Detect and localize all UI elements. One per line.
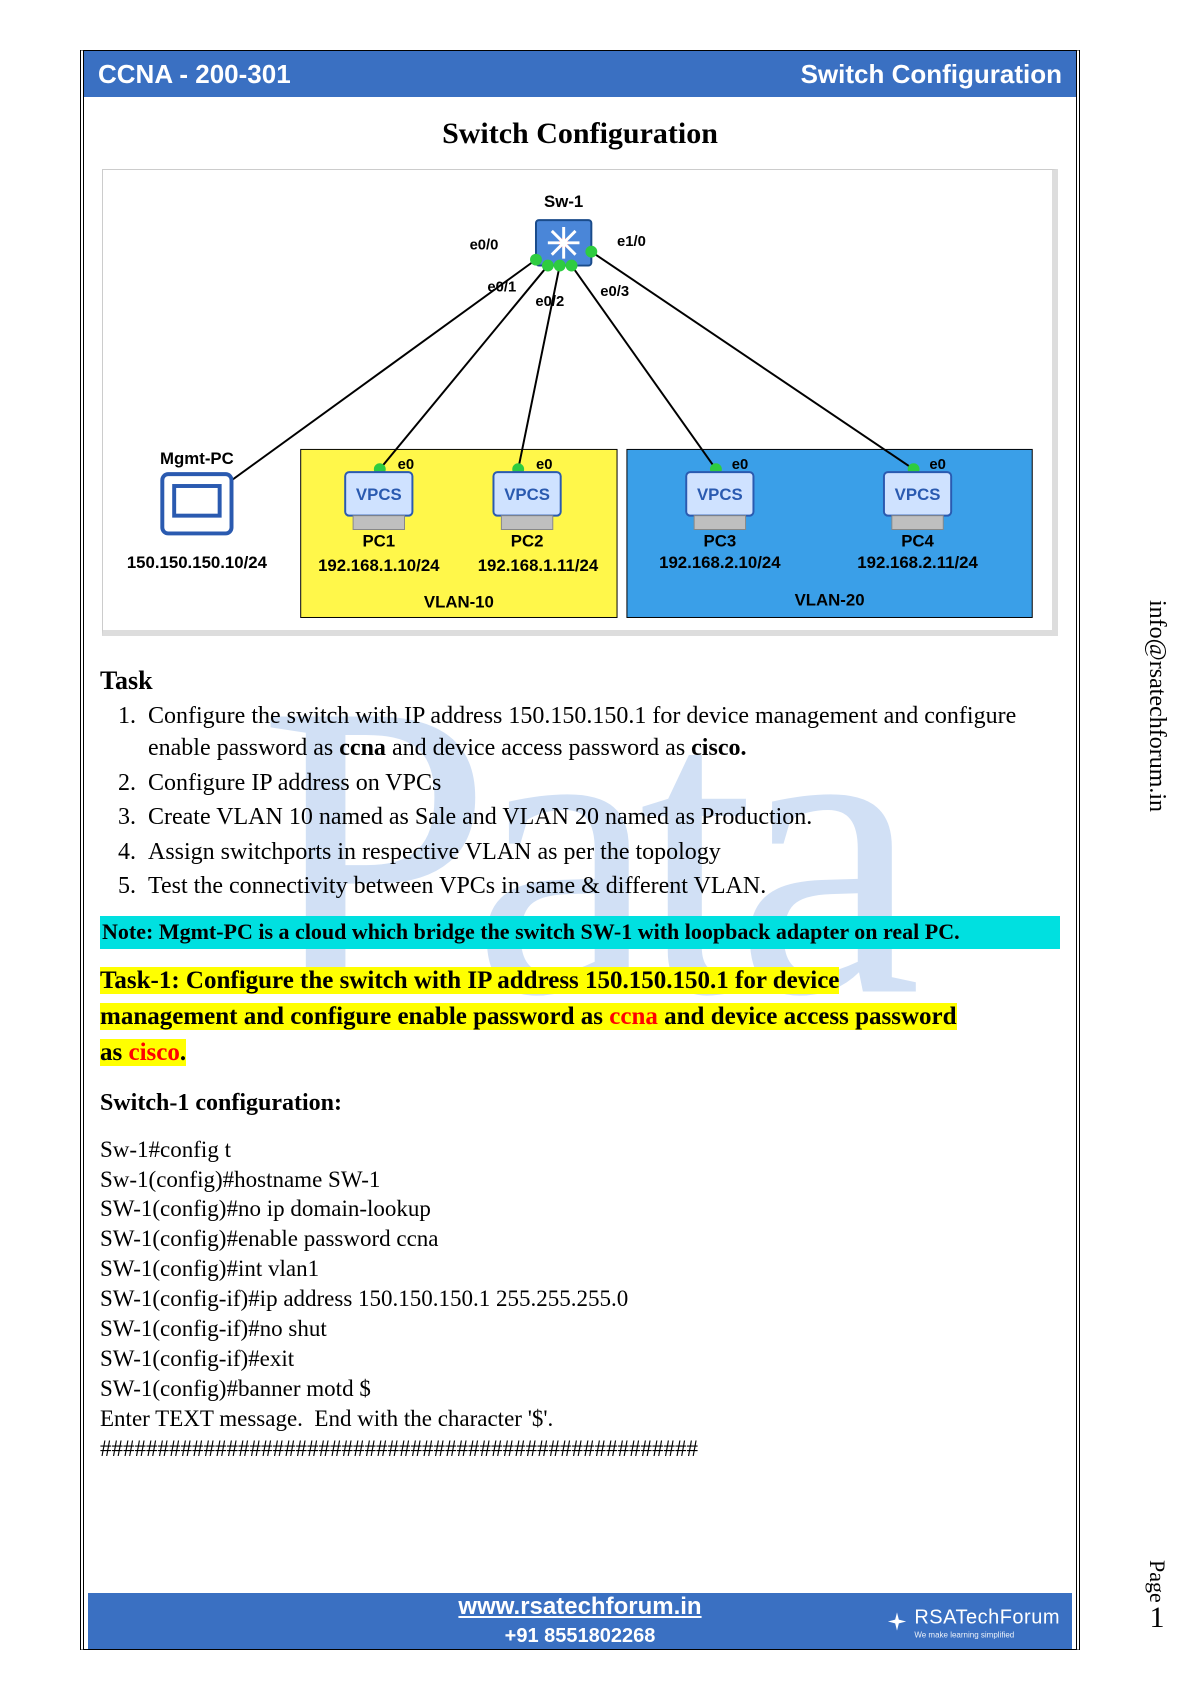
- vlan10-label: VLAN-10: [424, 593, 494, 612]
- note-highlight: Note: Mgmt-PC is a cloud which bridge th…: [100, 916, 1060, 949]
- footer-bar: www.rsatechforum.in +91 8551802268 RSATe…: [88, 1593, 1072, 1649]
- pc3-label: PC3: [704, 531, 737, 550]
- pc2-port: e0: [536, 457, 552, 473]
- pc3-ip: 192.168.2.10/24: [659, 553, 781, 572]
- compass-icon: [886, 1610, 908, 1632]
- footer-url: www.rsatechforum.in: [458, 1593, 701, 1620]
- switch1-config-code: Sw-1#config t Sw-1(config)#hostname SW-1…: [100, 1135, 1060, 1464]
- footer-phone: +91 8551802268: [505, 1625, 656, 1647]
- task-item-4: Assign switchports in respective VLAN as…: [142, 836, 1060, 868]
- port-e00: e0/0: [470, 238, 499, 254]
- port-e03: e0/3: [600, 284, 629, 300]
- mgmt-pc-ip: 150.150.150.10/24: [127, 553, 268, 572]
- pc2-ip: 192.168.1.11/24: [478, 556, 599, 575]
- side-page-number: Page1: [1144, 1560, 1170, 1637]
- svg-text:VPCS: VPCS: [504, 485, 550, 504]
- task-item-1: Configure the switch with IP address 150…: [142, 700, 1060, 765]
- port-e02: e0/2: [535, 294, 564, 310]
- topology-diagram: Sw-1 e0/0: [102, 169, 1058, 636]
- task-heading: Task: [100, 666, 1060, 696]
- pc4-ip: 192.168.2.11/24: [857, 553, 978, 572]
- side-email: info@rsatechforum.in: [1143, 600, 1170, 812]
- pc1-label: PC1: [362, 531, 395, 550]
- mgmt-pc-label: Mgmt-PC: [160, 449, 234, 468]
- port-e10: e1/0: [617, 234, 646, 250]
- pc1-ip: 192.168.1.10/24: [318, 556, 440, 575]
- task-item-3: Create VLAN 10 named as Sale and VLAN 20…: [142, 801, 1060, 833]
- header-left: CCNA - 200-301: [98, 59, 291, 90]
- pc3-port: e0: [732, 457, 748, 473]
- switch-label: Sw-1: [544, 192, 583, 211]
- svg-text:VPCS: VPCS: [356, 485, 402, 504]
- vlan20-label: VLAN-20: [795, 591, 865, 610]
- document-frame: Pata CCNA - 200-301 Switch Configuration…: [80, 50, 1080, 1650]
- footer-logo: RSATechForum We make learning simplified: [886, 1603, 1060, 1640]
- task-item-5: Test the connectivity between VPCs in sa…: [142, 870, 1060, 902]
- task-list: Configure the switch with IP address 150…: [136, 700, 1060, 902]
- port-e01: e0/1: [487, 279, 516, 295]
- header-bar: CCNA - 200-301 Switch Configuration: [84, 51, 1076, 97]
- pc4-port: e0: [929, 457, 945, 473]
- task1-highlight: Task-1: Configure the switch with IP add…: [100, 963, 1060, 1072]
- svg-text:VPCS: VPCS: [697, 485, 743, 504]
- svg-text:VPCS: VPCS: [895, 485, 941, 504]
- pc1-port: e0: [398, 457, 414, 473]
- task-item-2: Configure IP address on VPCs: [142, 767, 1060, 799]
- page-title: Switch Configuration: [100, 117, 1060, 151]
- pc2-label: PC2: [511, 531, 544, 550]
- pc4-label: PC4: [901, 531, 934, 550]
- switch1-config-heading: Switch-1 configuration:: [100, 1090, 1060, 1117]
- header-right: Switch Configuration: [801, 59, 1062, 90]
- content-area: Switch Configuration: [84, 97, 1076, 1463]
